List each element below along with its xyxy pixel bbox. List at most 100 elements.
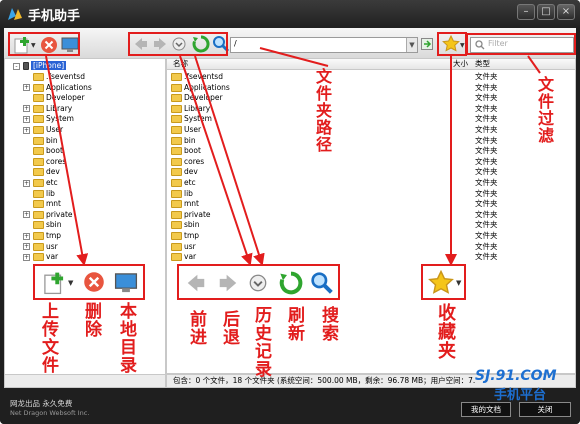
expand-icon[interactable]: + [23,232,30,240]
tree-item[interactable]: + User [23,125,63,135]
col-size-header[interactable]: 大小 [453,59,468,69]
list-item-type: 文件夹 [475,220,498,230]
col-type-header[interactable]: 类型 [475,59,490,69]
expand-icon[interactable]: + [23,126,30,134]
folder-icon [171,253,182,262]
tree-item-label: tmp [46,231,62,240]
my-documents-button[interactable]: 我的文档 [461,402,511,417]
list-row[interactable]: boot 文件夹 [167,146,575,156]
list-row[interactable]: cores 文件夹 [167,157,575,167]
app-title: 手机助手 [28,9,81,24]
tree-item[interactable]: + etc [23,178,58,188]
folder-icon [33,73,44,81]
folder-icon [171,83,182,92]
folder-icon [33,136,44,145]
tree-item[interactable]: + Library [23,104,72,114]
tree-item-label: mnt [46,199,61,209]
tree-item[interactable]: sbin [23,220,62,230]
navigation-highlight [128,32,228,56]
expand-icon[interactable]: + [23,115,30,123]
list-row[interactable]: .fseventsd 文件夹 [167,72,575,82]
tree-item[interactable]: .fseventsd [23,72,85,82]
expand-icon[interactable]: + [23,105,30,113]
tree-item-label: usr [46,241,58,251]
list-item-name: lib [184,188,193,198]
folder-icon [171,157,182,166]
tree-scrollbar[interactable] [4,374,166,388]
go-icon[interactable] [421,38,433,50]
list-item-type: 文件夹 [475,199,498,209]
list-row[interactable]: Developer 文件夹 [167,93,575,103]
path-value: / [234,39,237,48]
expand-icon[interactable]: + [23,179,30,187]
tree-root[interactable]: - [iPhone] [13,61,67,71]
path-dropdown-icon[interactable]: ▼ [406,38,417,52]
close-button[interactable]: 关闭 [519,402,571,417]
list-row[interactable]: lib 文件夹 [167,188,575,199]
tree-item[interactable]: + private [23,210,73,220]
maximize-button[interactable]: □ [537,4,555,20]
list-row[interactable]: private 文件夹 [167,210,575,220]
list-item-name: sbin [184,220,200,230]
list-item-name: boot [184,146,201,156]
list-row[interactable]: bin 文件夹 [167,136,575,146]
close-window-button[interactable]: × [557,4,575,20]
tree-item[interactable]: bin [23,136,58,146]
list-row[interactable]: tmp 文件夹 [167,231,575,241]
search-annotation: 搜索 [318,306,338,342]
folder-icon [171,232,182,240]
list-row[interactable]: Applications 文件夹 [167,83,575,93]
expand-icon[interactable]: + [23,84,30,92]
list-item-name: dev [184,167,198,177]
tree-item[interactable]: mnt [23,199,61,209]
tree-item[interactable]: lib [23,189,55,199]
folder-icon [33,242,44,251]
back-annotation: 后退 [219,310,239,346]
list-row[interactable]: sbin 文件夹 [167,220,575,230]
collapse-icon[interactable]: - [13,62,20,70]
path-annotation: 文件夹路径 [313,68,332,153]
tree-item-label: User [46,125,64,134]
tree-item[interactable]: boot [23,146,63,156]
folder-icon [171,179,182,187]
list-row[interactable]: User 文件夹 [167,125,575,135]
app-window: 手机助手 – □ × ▼ / ▼ ▼ Filter - [iPhone] .fsev… [0,0,580,424]
expand-icon[interactable]: + [23,243,30,251]
minimize-button[interactable]: – [517,4,535,20]
folder-icon [33,179,44,187]
folder-icon [171,168,182,177]
tree-item[interactable]: Developer [23,93,85,103]
folder-icon [33,168,44,177]
list-item-type: 文件夹 [475,167,498,177]
folder-icon [33,189,44,198]
list-row[interactable]: dev 文件夹 [167,167,575,177]
tree-item[interactable]: + Applications [23,83,92,93]
folder-icon [33,210,44,219]
list-row[interactable]: System 文件夹 [167,114,575,124]
list-row[interactable]: Library 文件夹 [167,103,575,114]
forward-arrow-large-icon [219,274,237,292]
list-row[interactable]: var 文件夹 [167,252,575,262]
tree-item[interactable]: + tmp [23,231,61,241]
list-item-type: 文件夹 [475,231,498,240]
expand-icon[interactable]: + [23,211,30,219]
tree-item[interactable]: + var [23,252,58,262]
tree-item[interactable]: cores [23,157,66,167]
col-name-header[interactable]: 名称 [173,59,188,69]
folder-icon [33,232,44,240]
list-item-name: var [184,252,197,262]
favorites-zoom: ▼ [421,264,466,300]
list-row[interactable]: usr 文件夹 [167,242,575,252]
folder-icon [171,210,182,219]
tree-item[interactable]: + System [23,114,74,124]
tree-item[interactable]: + usr [23,242,58,252]
list-row[interactable]: mnt 文件夹 [167,199,575,209]
status-text: 包含：0 个文件，18 个文件夹 (系统空间：500.00 MB，剩余：96.7… [173,376,476,385]
list-item-type: 文件夹 [475,252,498,262]
path-input[interactable]: / ▼ [230,37,418,53]
list-row[interactable]: etc 文件夹 [167,178,575,188]
watermark-name: 手机平台 [494,388,547,403]
tree-item[interactable]: dev [23,167,60,177]
list-item-type: 文件夹 [475,103,498,113]
expand-icon[interactable]: + [23,253,30,261]
